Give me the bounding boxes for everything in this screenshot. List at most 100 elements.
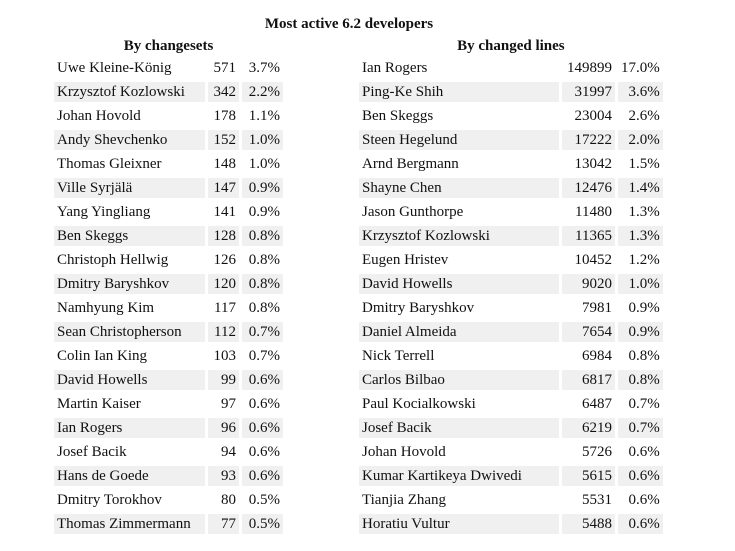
table-row: Dmitry Torokhov 80 0.5% <box>54 490 283 510</box>
percent-value: 0.7% <box>242 322 283 342</box>
developer-name: Ben Skeggs <box>362 108 434 124</box>
table-row: Johan Hovold 178 1.1% <box>54 106 283 126</box>
percent-value: 1.0% <box>618 274 663 294</box>
developer-name: Sean Christopherson <box>54 322 205 342</box>
percent-value: 0.7% <box>248 348 280 364</box>
developer-name: Jason Gunthorpe <box>362 204 464 220</box>
developer-name: Christoph Hellwig <box>57 252 169 268</box>
count-value: 11365 <box>562 226 615 246</box>
table-row: Nick Terrell 6984 0.8% <box>359 346 663 366</box>
table-row: Thomas Zimmermann 77 0.5% <box>54 514 283 534</box>
percent-value: 0.8% <box>242 226 283 246</box>
page: Most active 6.2 developers By changesets… <box>0 0 735 551</box>
developer-name: David Howells <box>54 370 205 390</box>
table-row: Uwe Kleine-König 571 3.7% <box>54 58 283 78</box>
table-row: Sean Christopherson 112 0.7% <box>54 322 283 342</box>
developer-name: Thomas Zimmermann <box>54 514 205 534</box>
percent-value: 2.2% <box>242 82 283 102</box>
percent-value: 0.8% <box>248 300 280 316</box>
percent-value: 2.6% <box>628 108 660 124</box>
count-value: 6219 <box>562 418 615 438</box>
developer-name: David Howells <box>359 274 559 294</box>
count-value: 571 <box>213 60 237 76</box>
percent-value: 0.6% <box>618 514 663 534</box>
developer-name: Ben Skeggs <box>54 226 205 246</box>
developer-name: Ian Rogers <box>362 60 428 76</box>
count-value: 178 <box>213 108 237 124</box>
count-value: 17222 <box>562 130 615 150</box>
table-row: Andy Shevchenko 152 1.0% <box>54 130 283 150</box>
percent-value: 0.6% <box>242 418 283 438</box>
developer-name: Thomas Gleixner <box>57 156 162 172</box>
developer-name: Steen Hegelund <box>359 130 559 150</box>
percent-value: 1.1% <box>248 108 280 124</box>
changed-lines-table-body: Ian Rogers 149899 17.0% Ping-Ke Shih 31997 3.… <box>359 58 663 534</box>
table-row: Ian Rogers 149899 17.0% <box>359 58 663 78</box>
developer-name: Colin Ian King <box>57 348 147 364</box>
count-value: 126 <box>213 252 237 268</box>
percent-value: 0.9% <box>242 178 283 198</box>
table-row: Daniel Almeida 7654 0.9% <box>359 322 663 342</box>
percent-value: 0.6% <box>618 466 663 486</box>
percent-value: 3.7% <box>248 60 280 76</box>
percent-value: 0.6% <box>248 444 280 460</box>
count-value: 117 <box>214 300 236 316</box>
developer-name: Daniel Almeida <box>359 322 559 342</box>
table-row: Paul Kocialkowski 6487 0.7% <box>359 394 663 414</box>
changed-lines-section: By changed lines Ian Rogers 149899 17.0% Pi… <box>356 36 666 538</box>
count-value: 93 <box>208 466 239 486</box>
count-value: 141 <box>213 204 237 220</box>
percent-value: 0.5% <box>248 492 280 508</box>
count-value: 5615 <box>562 466 615 486</box>
developer-name: Krzysztof Kozlowski <box>54 82 205 102</box>
count-value: 5488 <box>562 514 615 534</box>
percent-value: 0.8% <box>248 252 280 268</box>
table-row: Eugen Hristev 10452 1.2% <box>359 250 663 270</box>
table-row: Christoph Hellwig 126 0.8% <box>54 250 283 270</box>
count-value: 10452 <box>574 252 613 268</box>
percent-value: 1.3% <box>628 204 660 220</box>
count-value: 5531 <box>582 492 612 508</box>
count-value: 148 <box>213 156 237 172</box>
changesets-table: Uwe Kleine-König 571 3.7% Krzysztof Kozlows… <box>51 54 286 538</box>
percent-value: 0.8% <box>628 348 660 364</box>
changed-lines-heading: By changed lines <box>457 38 565 54</box>
developer-name: Horatiu Vultur <box>359 514 559 534</box>
percent-value: 1.0% <box>248 156 280 172</box>
developer-name: Johan Hovold <box>362 444 446 460</box>
developer-name: Krzysztof Kozlowski <box>359 226 559 246</box>
developer-name: Paul Kocialkowski <box>362 396 476 412</box>
count-value: 97 <box>221 396 236 412</box>
table-row: Namhyung Kim 117 0.8% <box>54 298 283 318</box>
count-value: 11480 <box>575 204 612 220</box>
table-row: Kumar Kartikeya Dwivedi 5615 0.6% <box>359 466 663 486</box>
developer-name: Dmitry Baryshkov <box>362 300 475 316</box>
developer-name: Martin Kaiser <box>57 396 141 412</box>
table-row: Colin Ian King 103 0.7% <box>54 346 283 366</box>
developer-name: Yang Yingliang <box>57 204 151 220</box>
table-row: Yang Yingliang 141 0.9% <box>54 202 283 222</box>
developer-name: Shayne Chen <box>359 178 559 198</box>
percent-value: 1.5% <box>628 156 660 172</box>
table-row: Josef Bacik 94 0.6% <box>54 442 283 462</box>
count-value: 342 <box>208 82 239 102</box>
percent-value: 0.7% <box>618 418 663 438</box>
table-row: Arnd Bergmann 13042 1.5% <box>359 154 663 174</box>
percent-value: 17.0% <box>621 60 660 76</box>
percent-value: 0.9% <box>618 322 663 342</box>
percent-value: 1.3% <box>618 226 663 246</box>
table-row: Horatiu Vultur 5488 0.6% <box>359 514 663 534</box>
table-row: Krzysztof Kozlowski 11365 1.3% <box>359 226 663 246</box>
developer-name: Carlos Bilbao <box>359 370 559 390</box>
table-row: Dmitry Baryshkov 7981 0.9% <box>359 298 663 318</box>
table-row: Ben Skeggs 23004 2.6% <box>359 106 663 126</box>
percent-value: 0.6% <box>628 444 660 460</box>
count-value: 9020 <box>562 274 615 294</box>
count-value: 7981 <box>582 300 612 316</box>
count-value: 6984 <box>582 348 612 364</box>
percent-value: 1.0% <box>242 130 283 150</box>
percent-value: 0.9% <box>628 300 660 316</box>
developer-name: Josef Bacik <box>359 418 559 438</box>
percent-value: 0.6% <box>242 370 283 390</box>
count-value: 23004 <box>574 108 613 124</box>
